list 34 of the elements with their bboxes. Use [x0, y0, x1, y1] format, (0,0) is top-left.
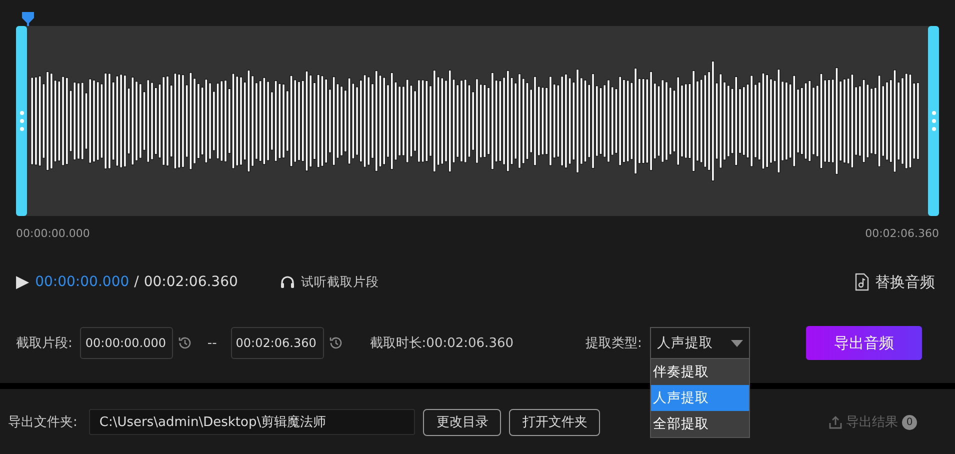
music-file-icon: [855, 273, 869, 291]
headphones-icon: [280, 275, 295, 289]
preview-button[interactable]: 试听截取片段: [280, 274, 379, 290]
history-icon[interactable]: [177, 335, 194, 351]
duration: 截取时长:00:02:06.360: [370, 335, 514, 352]
range-dash: --: [207, 336, 217, 350]
play-button[interactable]: ▶: [16, 272, 30, 292]
trim-handle[interactable]: [928, 26, 939, 216]
dropdown-option[interactable]: 人声提取: [650, 385, 749, 411]
results-count: 0: [902, 414, 917, 430]
end-time-field[interactable]: 00:02:06.360: [230, 327, 324, 359]
folder-label: 导出文件夹:: [8, 414, 78, 431]
caret-icon: [730, 340, 743, 346]
replace-audio-button[interactable]: 替换音频: [855, 272, 935, 292]
change-folder-button[interactable]: 更改目录: [423, 408, 502, 436]
current-time: 00:00:00.000: [35, 274, 130, 290]
total-time: 00:02:06.360: [144, 274, 238, 290]
export-audio-button[interactable]: 导出音频: [806, 326, 922, 360]
end-time: 00:02:06.360: [865, 227, 939, 240]
open-folder-button[interactable]: 打开文件夹: [509, 408, 600, 436]
upload-icon: [829, 416, 842, 428]
folder-path-field[interactable]: C:\Users\admin\Desktop\剪辑魔法师: [89, 409, 416, 435]
export-results-button[interactable]: 导出结果 0: [829, 413, 917, 431]
trim-handle[interactable]: [16, 26, 27, 216]
dropdown-option[interactable]: 全部提取: [650, 411, 749, 437]
dropdown-option[interactable]: 伴奏提取: [650, 359, 749, 385]
extract-type-dropdown[interactable]: 人声提取: [650, 327, 750, 359]
clip-label: 截取片段:: [16, 335, 72, 352]
time-separator: /: [134, 274, 139, 290]
start-time: 00:00:00.000: [16, 227, 90, 240]
playhead-marker[interactable]: [22, 12, 34, 26]
start-time-field[interactable]: 00:00:00.000: [80, 327, 174, 359]
extract-type-label: 提取类型:: [586, 335, 642, 352]
history-icon[interactable]: [328, 335, 344, 351]
